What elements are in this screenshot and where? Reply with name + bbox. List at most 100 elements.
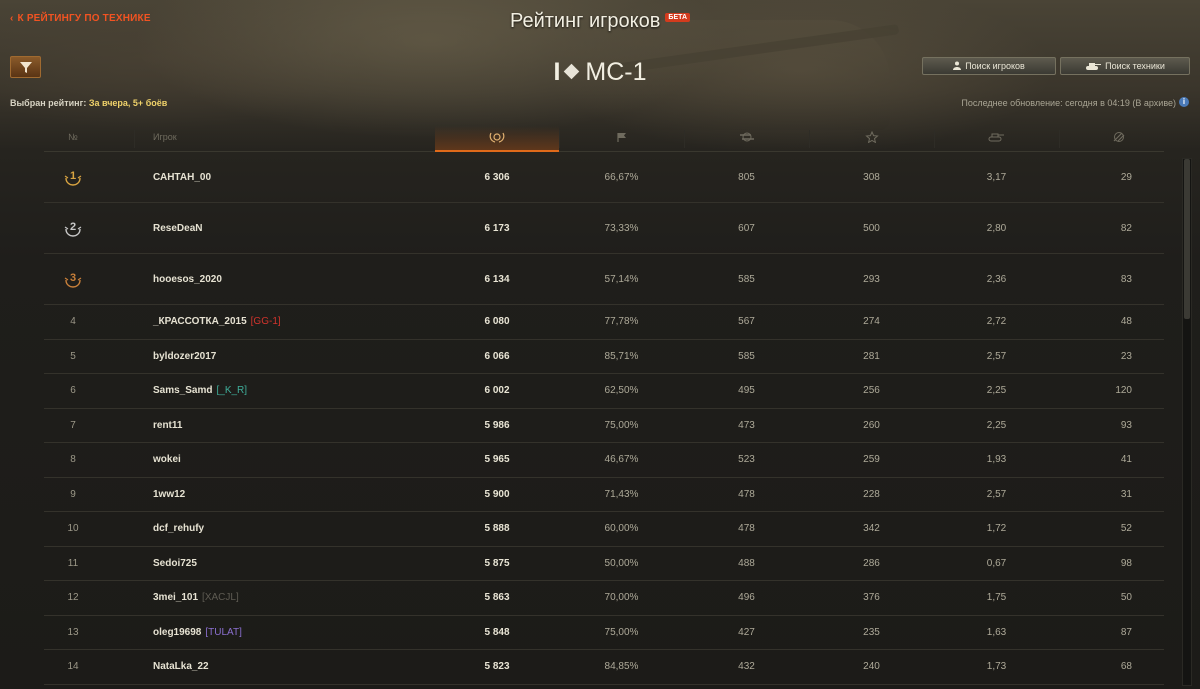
row-experience: 281 xyxy=(863,350,880,362)
row-rank: 7 xyxy=(44,409,102,443)
table-row[interactable]: 9 1ww12 5 900 71,43% 478 228 2,57 31 xyxy=(44,478,1164,512)
player-name[interactable]: hooesos_2020 xyxy=(153,274,222,285)
column-frags[interactable] xyxy=(934,126,1059,152)
row-score: 5 863 xyxy=(484,592,510,604)
row-spotted: 68 xyxy=(1120,661,1132,673)
column-player[interactable]: Игрок xyxy=(153,126,177,152)
info-icon[interactable]: i xyxy=(1179,97,1189,107)
row-rank-number: 2 xyxy=(69,221,77,233)
row-damage: 432 xyxy=(738,661,755,673)
clan-tag[interactable]: [XACJL] xyxy=(202,592,239,603)
player-name[interactable]: oleg19698 xyxy=(153,627,201,638)
row-score: 5 986 xyxy=(484,419,510,431)
row-player[interactable]: rent11 xyxy=(153,409,182,443)
row-player[interactable]: 3mei_101 [XACJL] xyxy=(153,581,239,615)
row-damage: 523 xyxy=(738,454,755,466)
column-damage[interactable] xyxy=(684,126,809,152)
row-rank-number: 13 xyxy=(67,626,79,638)
row-damage: 585 xyxy=(738,350,755,362)
row-frags: 1,73 xyxy=(986,661,1007,673)
row-player[interactable]: oleg19698 [TULAT] xyxy=(153,616,242,650)
row-win-rate: 62,50% xyxy=(604,385,639,397)
row-player[interactable]: Sams_Samd [_K_R] xyxy=(153,374,247,408)
player-name[interactable]: _КРАССОТКА_2015 xyxy=(153,316,247,327)
table-row[interactable]: 11 Sedoi725 5 875 50,00% 488 286 0,67 98 xyxy=(44,547,1164,581)
row-rank: 12 xyxy=(44,581,102,615)
row-damage: 585 xyxy=(738,273,755,285)
table-row[interactable]: 7 rent11 5 986 75,00% 473 260 2,25 93 xyxy=(44,409,1164,443)
column-score[interactable] xyxy=(435,126,559,152)
row-player[interactable]: _КРАССОТКА_2015 [GG-1] xyxy=(153,305,281,339)
column-rank[interactable]: № xyxy=(44,126,102,152)
search-players-button[interactable]: Поиск игроков xyxy=(922,57,1056,75)
scrollbar-thumb[interactable] xyxy=(1184,159,1190,319)
row-rank: 10 xyxy=(44,512,102,546)
page-title: Рейтинг игроков xyxy=(509,10,661,32)
vehicle-name: МС-1 xyxy=(585,58,647,86)
row-win-rate: 85,71% xyxy=(604,350,639,362)
row-player[interactable]: byldozer2017 xyxy=(153,340,216,374)
row-rank-number: 14 xyxy=(67,661,79,673)
player-name[interactable]: 1ww12 xyxy=(153,489,185,500)
row-score: 5 965 xyxy=(484,454,510,466)
tank-destroyed-icon xyxy=(988,133,1004,142)
table-row[interactable]: 1 САНТАН_00 6 306 66,67% 805 308 3,17 29 xyxy=(44,152,1164,203)
row-frags: 2,36 xyxy=(986,273,1007,285)
row-player[interactable]: 1ww12 xyxy=(153,478,185,512)
row-frags: 1,63 xyxy=(986,626,1007,638)
row-rank-number: 12 xyxy=(67,592,79,604)
player-name[interactable]: NataLka_22 xyxy=(153,661,209,672)
player-name[interactable]: wokei xyxy=(153,454,181,465)
table-row[interactable]: 2 ReseDeaN 6 173 73,33% 607 500 2,80 82 xyxy=(44,203,1164,254)
clan-tag[interactable]: [GG-1] xyxy=(251,316,281,327)
row-player[interactable]: NataLka_22 xyxy=(153,650,209,684)
player-name[interactable]: dcf_rehufy xyxy=(153,523,204,534)
row-experience: 256 xyxy=(863,385,880,397)
selected-rating-label: Выбран рейтинг: xyxy=(10,98,87,108)
player-name[interactable]: byldozer2017 xyxy=(153,351,216,362)
scrollbar[interactable] xyxy=(1182,158,1192,686)
row-experience: 235 xyxy=(863,626,880,638)
row-player[interactable]: Sedoi725 xyxy=(153,547,197,581)
table-row[interactable]: 6 Sams_Samd [_K_R] 6 002 62,50% 495 256 2,25 120 xyxy=(44,374,1164,409)
player-name[interactable]: 3mei_101 xyxy=(153,592,198,603)
player-name[interactable]: Sedoi725 xyxy=(153,558,197,569)
row-player[interactable]: hooesos_2020 xyxy=(153,254,222,304)
row-rank-number: 1 xyxy=(69,170,77,182)
player-name[interactable]: САНТАН_00 xyxy=(153,172,211,183)
player-name[interactable]: Sams_Samd xyxy=(153,385,212,396)
column-xp[interactable] xyxy=(809,126,934,152)
row-rank-number: 11 xyxy=(67,557,79,569)
table-row[interactable]: 12 3mei_101 [XACJL] 5 863 70,00% 496 376 1,75 50 xyxy=(44,581,1164,616)
row-rank: 13 xyxy=(44,616,102,650)
row-player[interactable]: ReseDeaN xyxy=(153,203,202,253)
table-row[interactable]: 10 dcf_rehufy 5 888 60,00% 478 342 1,72 52 xyxy=(44,512,1164,547)
leaderboard-table: № Игрок 1 САНТАН_00 6 306 66,67% 805 308… xyxy=(44,126,1164,685)
row-experience: 260 xyxy=(863,419,880,431)
clan-tag[interactable]: [TULAT] xyxy=(205,627,241,638)
row-frags: 2,25 xyxy=(986,385,1007,397)
row-player[interactable]: САНТАН_00 xyxy=(153,152,211,202)
clan-tag[interactable]: [_K_R] xyxy=(216,385,247,396)
row-spotted: 93 xyxy=(1120,419,1132,431)
table-row[interactable]: 13 oleg19698 [TULAT] 5 848 75,00% 427 235 1,63 8… xyxy=(44,616,1164,650)
table-row[interactable]: 8 wokei 5 965 46,67% 523 259 1,93 41 xyxy=(44,443,1164,478)
row-rank-number: 6 xyxy=(70,385,76,397)
player-name[interactable]: rent11 xyxy=(153,420,182,431)
table-row[interactable]: 3 hooesos_2020 6 134 57,14% 585 293 2,36 83 xyxy=(44,254,1164,305)
row-damage: 496 xyxy=(738,592,755,604)
column-wins[interactable] xyxy=(559,126,684,152)
player-name[interactable]: ReseDeaN xyxy=(153,223,202,234)
row-player[interactable]: wokei xyxy=(153,443,181,477)
row-damage: 495 xyxy=(738,385,755,397)
table-row[interactable]: 5 byldozer2017 6 066 85,71% 585 281 2,57 23 xyxy=(44,340,1164,374)
light-tank-icon xyxy=(564,63,580,80)
table-body: 1 САНТАН_00 6 306 66,67% 805 308 3,17 29 2 ReseDe… xyxy=(44,152,1164,685)
table-row[interactable]: 14 NataLka_22 5 823 84,85% 432 240 1,73 68 xyxy=(44,650,1164,685)
selected-rating-value[interactable]: За вчера, 5+ боёв xyxy=(89,98,167,108)
row-experience: 259 xyxy=(863,454,880,466)
table-row[interactable]: 4 _КРАССОТКА_2015 [GG-1] 6 080 77,78% 567 274 2… xyxy=(44,305,1164,340)
search-vehicles-button[interactable]: Поиск техники xyxy=(1060,57,1190,75)
row-player[interactable]: dcf_rehufy xyxy=(153,512,204,546)
column-spot[interactable] xyxy=(1059,126,1164,152)
